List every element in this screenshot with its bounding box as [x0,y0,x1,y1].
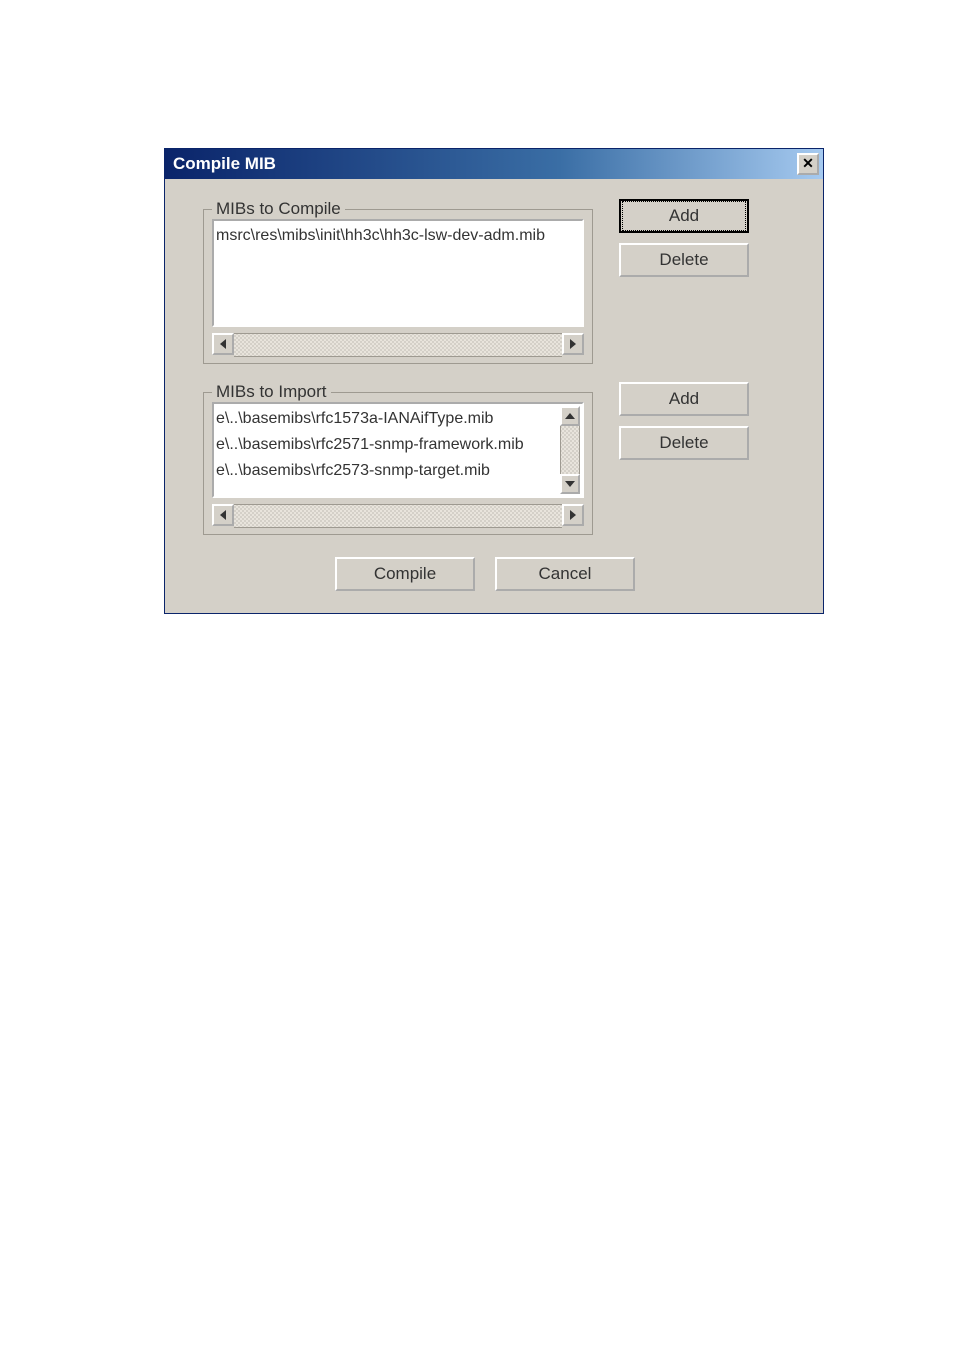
compile-add-label: Add [669,206,699,226]
import-vscroll[interactable] [560,406,580,494]
close-icon: ✕ [802,155,814,171]
dialog-actions: Compile Cancel [165,557,805,591]
import-add-button[interactable]: Add [619,382,749,416]
arrow-left-icon [220,339,226,349]
list-item[interactable]: msrc\res\mibs\init\hh3c\hh3c-lsw-dev-adm… [216,223,580,249]
mibs-to-import-legend: MIBs to Import [212,382,331,402]
import-side-buttons: Add Delete [619,382,749,470]
titlebar[interactable]: Compile MIB ✕ [165,149,823,179]
compile-mib-dialog: Compile MIB ✕ MIBs to Compile msrc\res\m… [164,148,824,614]
compile-button[interactable]: Compile [335,557,475,591]
mibs-compile-row: MIBs to Compile msrc\res\mibs\init\hh3c\… [203,199,805,364]
list-item[interactable]: e\..\basemibs\rfc1573a-IANAifType.mib [216,406,560,432]
scroll-track[interactable] [560,426,580,474]
cancel-button[interactable]: Cancel [495,557,635,591]
mibs-to-import-listwrap: e\..\basemibs\rfc1573a-IANAifType.mib e\… [212,402,584,526]
list-item[interactable]: e\..\basemibs\rfc2573-snmp-target.mib [216,458,560,484]
compile-button-label: Compile [374,564,436,584]
list-item[interactable]: e\..\basemibs\rfc2571-snmp-framework.mib [216,432,560,458]
import-delete-label: Delete [659,433,708,453]
arrow-right-icon [570,339,576,349]
compile-delete-label: Delete [659,250,708,270]
arrow-right-icon [570,510,576,520]
scroll-right-button[interactable] [562,504,584,526]
mibs-to-compile-group: MIBs to Compile msrc\res\mibs\init\hh3c\… [203,199,593,364]
cancel-button-label: Cancel [539,564,592,584]
scroll-up-button[interactable] [560,406,580,426]
scroll-track[interactable] [234,504,562,528]
import-hscroll[interactable] [212,504,584,526]
mibs-to-compile-listwrap: msrc\res\mibs\init\hh3c\hh3c-lsw-dev-adm… [212,219,584,355]
compile-hscroll[interactable] [212,333,584,355]
mibs-to-compile-legend: MIBs to Compile [212,199,345,219]
compile-side-buttons: Add Delete [619,199,749,287]
dialog-body: MIBs to Compile msrc\res\mibs\init\hh3c\… [165,179,823,613]
compile-add-button[interactable]: Add [619,199,749,233]
scroll-left-button[interactable] [212,504,234,526]
import-add-label: Add [669,389,699,409]
scroll-right-button[interactable] [562,333,584,355]
arrow-up-icon [565,413,575,419]
mibs-to-import-group: MIBs to Import e\..\basemibs\rfc1573a-IA… [203,382,593,535]
arrow-down-icon [565,481,575,487]
scroll-down-button[interactable] [560,474,580,494]
import-delete-button[interactable]: Delete [619,426,749,460]
scroll-left-button[interactable] [212,333,234,355]
mibs-import-row: MIBs to Import e\..\basemibs\rfc1573a-IA… [203,382,805,535]
arrow-left-icon [220,510,226,520]
scroll-track[interactable] [234,333,562,357]
mibs-to-import-list[interactable]: e\..\basemibs\rfc1573a-IANAifType.mib e\… [212,402,584,498]
mibs-to-compile-list[interactable]: msrc\res\mibs\init\hh3c\hh3c-lsw-dev-adm… [212,219,584,327]
compile-delete-button[interactable]: Delete [619,243,749,277]
close-button[interactable]: ✕ [797,153,819,175]
window-title: Compile MIB [173,154,276,174]
